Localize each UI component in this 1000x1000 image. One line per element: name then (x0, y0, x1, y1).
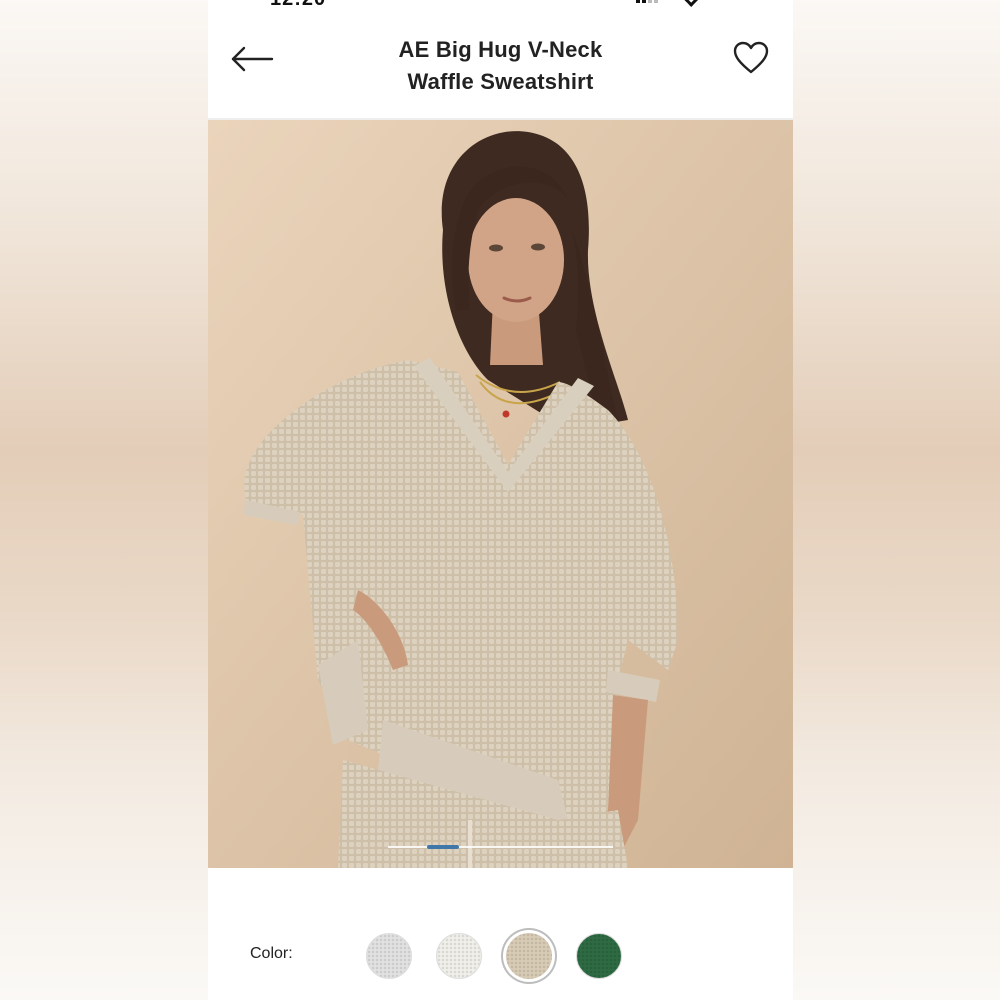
carousel-track[interactable] (388, 846, 613, 848)
product-title-line-2: Waffle Sweatshirt (407, 69, 594, 94)
signal-icon (636, 0, 658, 3)
status-bar: 12:20 (208, 0, 793, 11)
product-image[interactable] (208, 120, 793, 868)
status-time: 12:20 (270, 0, 326, 11)
model-photo (208, 120, 793, 868)
product-title-line-1: AE Big Hug V-Neck (398, 37, 603, 62)
app-header: AE Big Hug V-Neck Waffle Sweatshirt (208, 28, 793, 118)
product-title: AE Big Hug V-Neck Waffle Sweatshirt (318, 34, 683, 98)
favorite-button[interactable] (732, 40, 770, 76)
arrow-left-icon (231, 46, 274, 72)
product-page: 12:20 AE Big Hug V-Neck Waffle Sweatshir… (208, 0, 793, 1000)
color-selector: Color: (208, 930, 793, 982)
heart-outline-icon (733, 41, 769, 74)
color-swatch-oatmeal[interactable] (506, 933, 552, 979)
color-swatch-light-grey[interactable] (366, 933, 412, 979)
color-label: Color: (250, 945, 293, 962)
back-button[interactable] (230, 42, 274, 76)
color-swatch-green[interactable] (576, 933, 622, 979)
carousel-indicator[interactable] (426, 845, 459, 849)
color-swatch-white[interactable] (436, 933, 482, 979)
wifi-icon (679, 0, 702, 7)
